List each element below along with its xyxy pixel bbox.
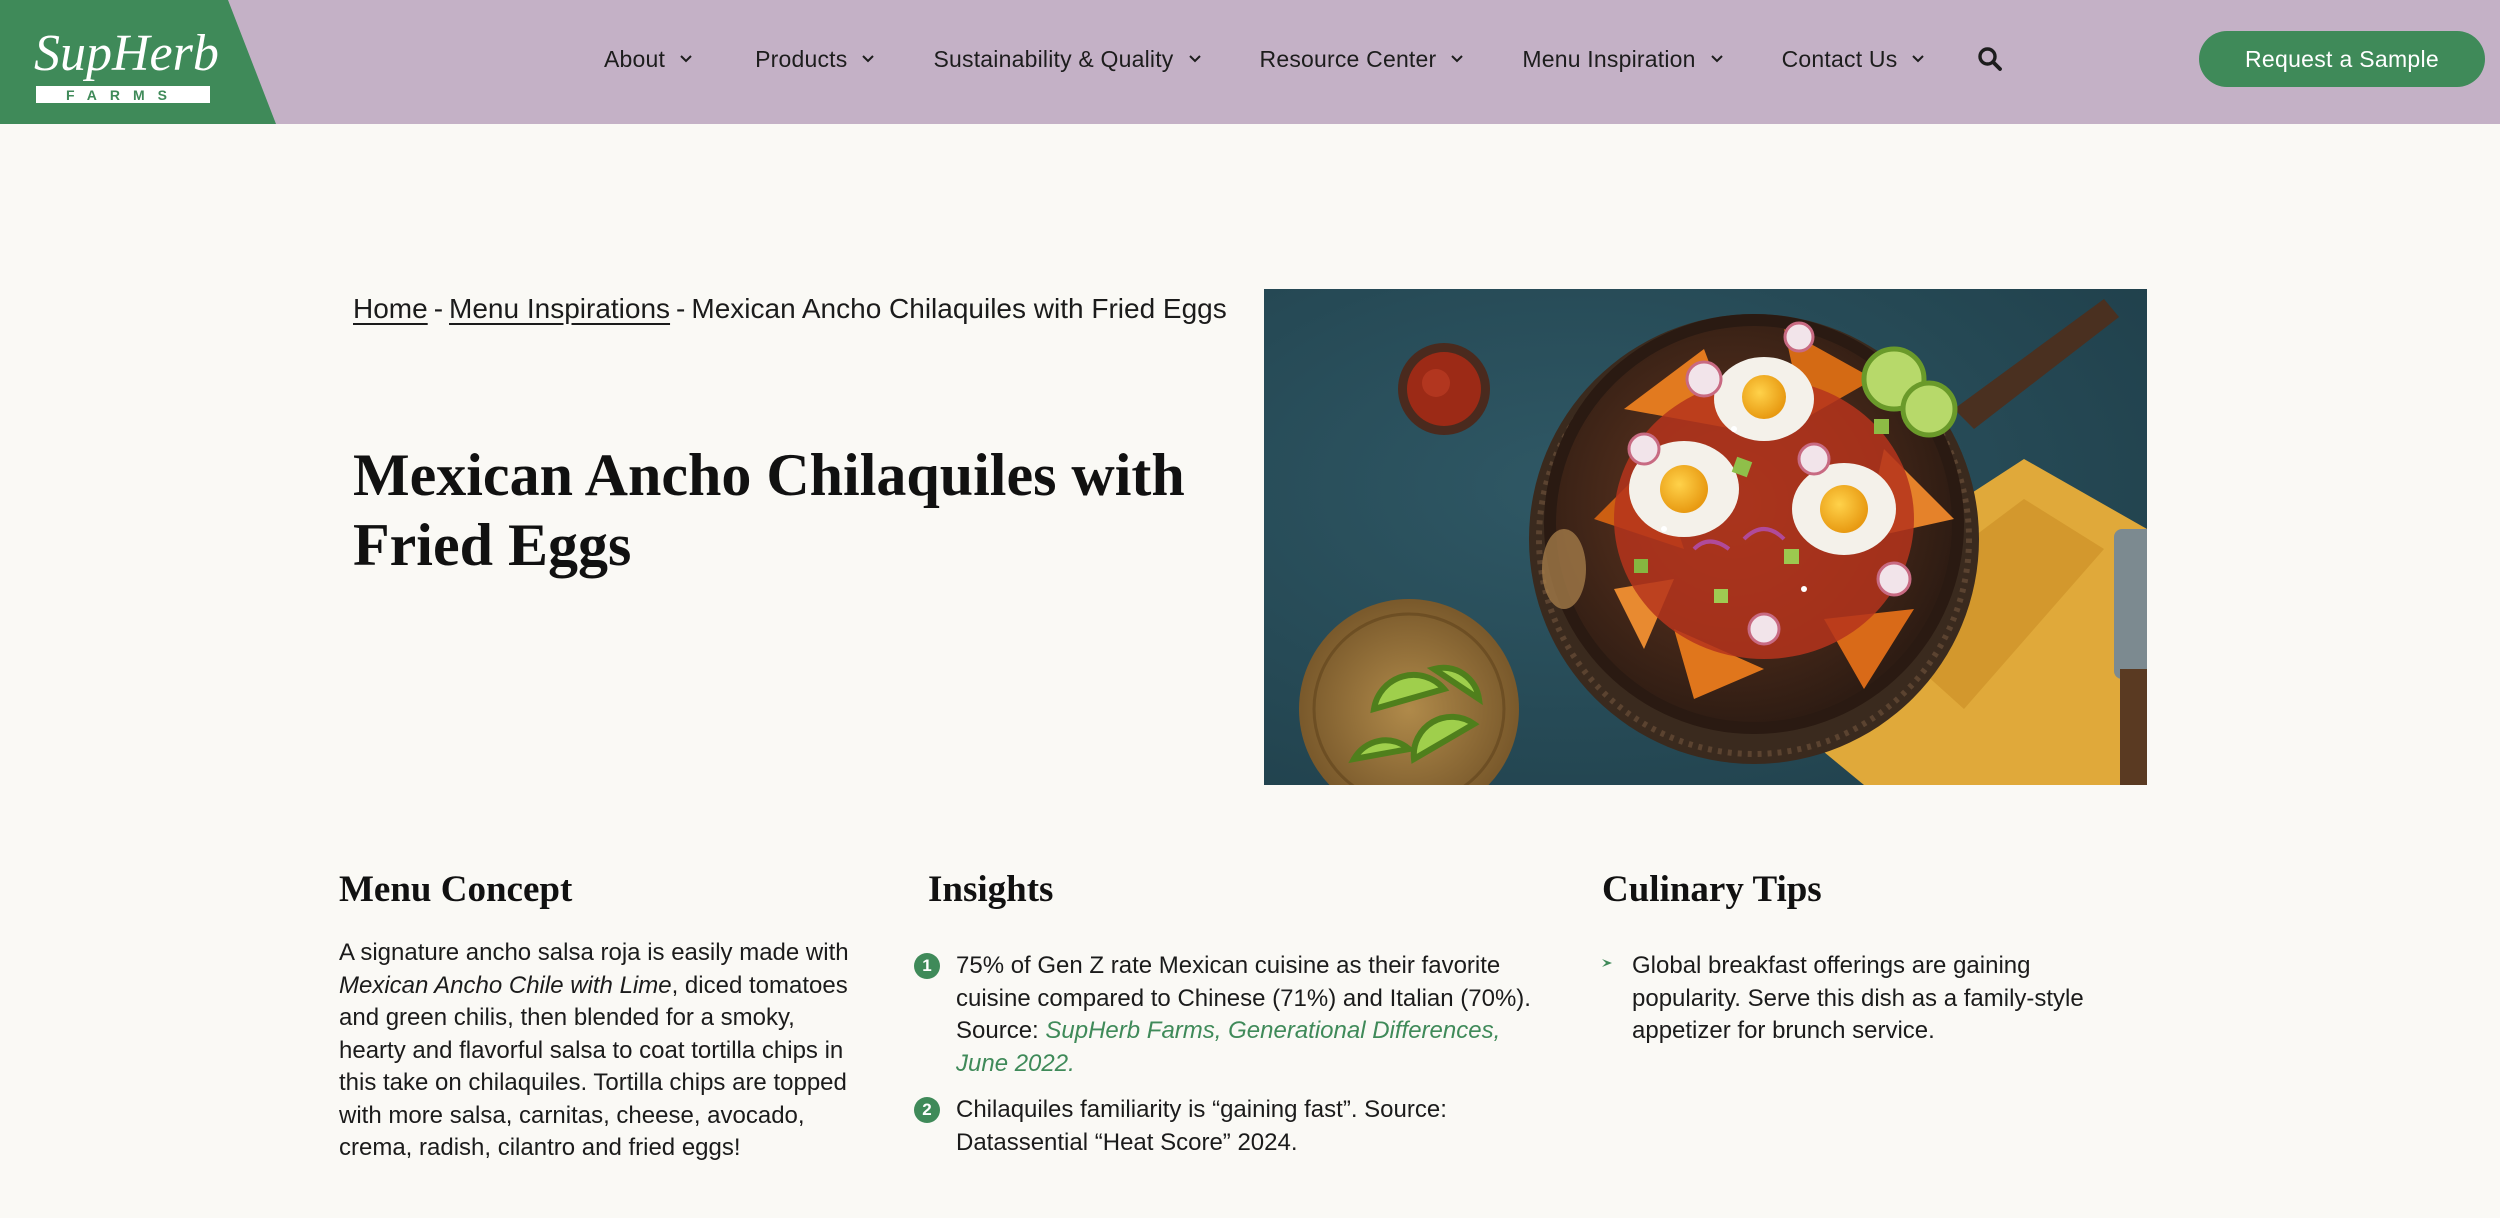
insights-heading: Insights	[928, 869, 1054, 910]
chevron-down-icon	[1188, 55, 1201, 63]
page-title: Mexican Ancho Chilaquiles with Fried Egg…	[353, 442, 1185, 578]
nav-item-contact-us[interactable]: Contact Us	[1782, 46, 1926, 73]
chevron-down-icon	[1912, 55, 1925, 63]
insight-text: Chilaquiles familiarity is “gaining fast…	[956, 1096, 1447, 1156]
breadcrumb-separator: -	[676, 293, 686, 324]
menu-concept-text-start: A signature ancho salsa roja is easily m…	[339, 939, 849, 966]
menu-concept-heading: Menu Concept	[339, 869, 573, 910]
brand-logo[interactable]: SupHerb FARMS	[0, 0, 276, 124]
request-sample-button[interactable]: Request a Sample	[2199, 31, 2485, 87]
culinary-tips-list: Global breakfast offerings are gaining p…	[1600, 950, 2100, 1048]
nav-item-sustainability-quality[interactable]: Sustainability & Quality	[933, 46, 1201, 73]
nav-item-resource-center[interactable]: Resource Center	[1260, 46, 1465, 73]
svg-text:SupHerb: SupHerb	[34, 25, 219, 82]
search-button[interactable]	[1977, 45, 2005, 73]
nav-item-label: Products	[755, 45, 848, 72]
site-header: SupHerb FARMS About Products Sustainabil…	[0, 0, 2500, 124]
chevron-down-icon	[1451, 55, 1464, 63]
nav-item-label: About	[604, 45, 666, 72]
chevron-down-icon	[680, 55, 692, 63]
breadcrumb-separator: -	[433, 293, 444, 324]
chevron-down-icon	[1710, 55, 1723, 63]
menu-concept-text: A signature ancho salsa roja is easily m…	[339, 937, 859, 1165]
nav-item-about[interactable]: About	[604, 46, 693, 73]
menu-concept-text-end: , diced tomatoes and green chilis, then …	[339, 971, 848, 1162]
nav-item-label: Resource Center	[1259, 45, 1437, 72]
main-nav: About Products Sustainability & Quality …	[604, 0, 2005, 118]
list-item: Global breakfast offerings are gaining p…	[1600, 950, 2100, 1048]
nav-item-label: Sustainability & Quality	[933, 45, 1174, 72]
insights-list: 1 75% of Gen Z rate Mexican cuisine as t…	[914, 950, 1534, 1173]
svg-text:FARMS: FARMS	[66, 87, 180, 103]
breadcrumb: Home - Menu Inspirations - Mexican Ancho Chi…	[353, 287, 1233, 330]
product-name: Mexican Ancho Chile with Lime	[339, 971, 672, 999]
nav-item-label: Menu Inspiration	[1522, 45, 1696, 72]
list-item: 1 75% of Gen Z rate Mexican cuisine as t…	[914, 950, 1534, 1080]
breadcrumb-menu-inspirations-link[interactable]: Menu Inspirations	[449, 293, 670, 324]
nav-item-label: Contact Us	[1781, 45, 1898, 72]
breadcrumb-current: Mexican Ancho Chilaquiles with Fried Egg…	[691, 293, 1227, 324]
nav-item-products[interactable]: Products	[755, 46, 875, 73]
number-badge: 1	[914, 953, 940, 979]
search-icon	[1978, 47, 2003, 71]
insight-text: 75% of Gen Z rate Mexican cuisine as the…	[956, 950, 1534, 1080]
number-badge: 2	[914, 1097, 940, 1123]
hero-dish-image	[1264, 289, 2147, 785]
chevron-down-icon	[862, 55, 875, 63]
breadcrumb-home-link[interactable]: Home	[353, 293, 428, 324]
culinary-tips-heading: Culinary Tips	[1602, 869, 1822, 910]
tip-text: Global breakfast offerings are gaining p…	[1632, 952, 2084, 1044]
leaf-bullet-icon	[1602, 959, 1612, 967]
list-item: 2 Chilaquiles familiarity is “gaining fa…	[914, 1094, 1534, 1159]
nav-item-menu-inspiration[interactable]: Menu Inspiration	[1522, 46, 1723, 73]
